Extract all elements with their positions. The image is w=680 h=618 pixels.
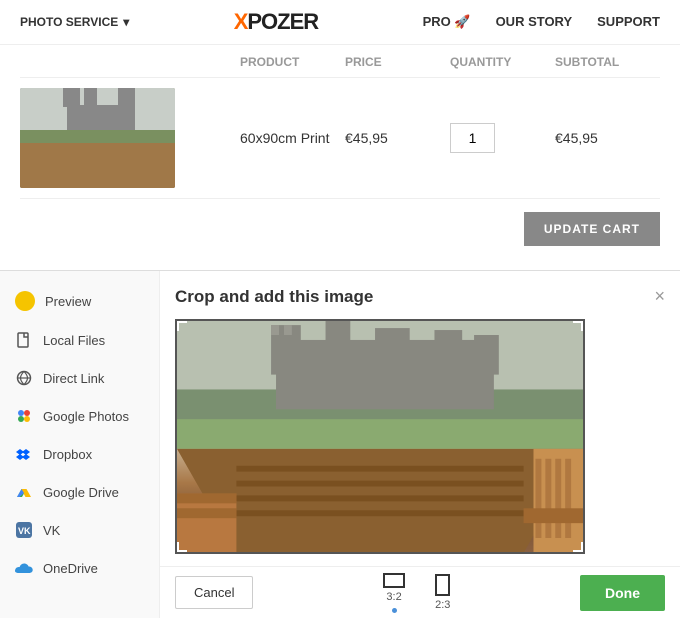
onedrive-icon: [15, 559, 33, 577]
sidebar-label-preview: Preview: [45, 294, 91, 309]
product-name: 60x90cm Print: [240, 130, 345, 146]
modal-footer: Cancel 3:2 2:3 Done: [160, 566, 680, 618]
product-thumbnail: [20, 88, 175, 188]
footer-right: Done: [580, 575, 665, 611]
quantity-input[interactable]: [450, 123, 495, 153]
dropbox-icon: [15, 445, 33, 463]
col-product: PRODUCT: [240, 55, 345, 69]
ratio-3-2-icon: [383, 573, 405, 588]
cancel-button[interactable]: Cancel: [175, 576, 253, 609]
sidebar-label-vk: VK: [43, 523, 60, 538]
photo-service-menu[interactable]: PHOTO SERVICE ▾: [20, 15, 129, 29]
google-drive-icon: [15, 483, 33, 501]
cart-header: PRODUCT PRICE QUANTITY SUBTOTAL: [20, 55, 660, 78]
col-quantity: QUANTITY: [450, 55, 555, 69]
sidebar-item-direct-link[interactable]: Direct Link: [0, 359, 159, 397]
subtotal-value: €45,95: [555, 130, 660, 146]
crop-handle-bottomright[interactable]: [573, 542, 583, 552]
ratio-3-2-label: 3:2: [386, 591, 401, 603]
product-price: €45,95: [345, 130, 450, 146]
ratio-2-3-label: 2:3: [435, 599, 450, 611]
col-image: [20, 55, 240, 69]
quantity-cell: [450, 123, 555, 153]
nav-pro[interactable]: PRO 🚀: [423, 14, 471, 30]
sidebar-item-dropbox[interactable]: Dropbox: [0, 435, 159, 473]
main-nav: PRO 🚀 OUR STORY SUPPORT: [423, 14, 660, 30]
ratio-2-3-option[interactable]: 2:3: [435, 574, 450, 611]
sidebar-label-direct-link: Direct Link: [43, 371, 104, 386]
col-price: PRICE: [345, 55, 450, 69]
logo-x: X: [234, 9, 248, 34]
sidebar-item-local-files[interactable]: Local Files: [0, 321, 159, 359]
nav-support[interactable]: SUPPORT: [597, 14, 660, 30]
crop-handle-bottomleft[interactable]: [177, 542, 187, 552]
photo-service-label: PHOTO SERVICE: [20, 15, 118, 29]
crop-handle-topleft[interactable]: [177, 321, 187, 331]
crop-area[interactable]: [175, 319, 585, 554]
ratio-3-2-active-dot: [392, 608, 397, 613]
google-photos-icon: [15, 407, 33, 425]
footer-left: Cancel: [175, 576, 253, 609]
sidebar-item-preview[interactable]: Preview: [0, 281, 159, 321]
update-cart-button[interactable]: UPDATE CART: [524, 212, 660, 246]
vk-icon: VK: [15, 521, 33, 539]
sidebar-label-google-drive: Google Drive: [43, 485, 119, 500]
modal-close-button[interactable]: ×: [654, 286, 665, 307]
sidebar-item-vk[interactable]: VK VK: [0, 511, 159, 549]
logo-suffix: POZER: [247, 9, 318, 34]
link-icon: [15, 369, 33, 387]
sidebar-label-dropbox: Dropbox: [43, 447, 92, 462]
crop-handle-topright[interactable]: [573, 321, 583, 331]
modal-sidebar: Preview Local Files Direct Link Google P…: [0, 271, 160, 618]
ratio-3-2-option[interactable]: 3:2: [383, 573, 405, 613]
modal-header: Crop and add this image ×: [175, 286, 665, 307]
service-dropdown-icon: ▾: [123, 15, 129, 29]
col-subtotal: SUBTOTAL: [555, 55, 660, 69]
file-icon: [15, 331, 33, 349]
sidebar-label-local-files: Local Files: [43, 333, 105, 348]
cart-section: PRODUCT PRICE QUANTITY SUBTOTAL: [0, 45, 680, 204]
product-image: [20, 88, 175, 188]
ratio-options: 3:2 2:3: [383, 573, 450, 613]
header: PHOTO SERVICE ▾ XPOZER PRO 🚀 OUR STORY S…: [0, 0, 680, 45]
modal-title: Crop and add this image: [175, 287, 373, 307]
crop-image: [177, 321, 583, 552]
sidebar-label-google-photos: Google Photos: [43, 409, 129, 424]
svg-text:VK: VK: [18, 526, 31, 536]
preview-circle-icon: [15, 291, 35, 311]
nav-our-story[interactable]: OUR STORY: [496, 14, 573, 30]
sidebar-label-onedrive: OneDrive: [43, 561, 98, 576]
sidebar-item-google-photos[interactable]: Google Photos: [0, 397, 159, 435]
cart-row: 60x90cm Print €45,95 €45,95: [20, 78, 660, 199]
sidebar-item-onedrive[interactable]: OneDrive: [0, 549, 159, 587]
site-logo: XPOZER: [234, 9, 318, 35]
done-button[interactable]: Done: [580, 575, 665, 611]
ratio-2-3-icon: [435, 574, 450, 596]
update-cart-wrapper: UPDATE CART: [0, 204, 680, 251]
sidebar-item-google-drive[interactable]: Google Drive: [0, 473, 159, 511]
